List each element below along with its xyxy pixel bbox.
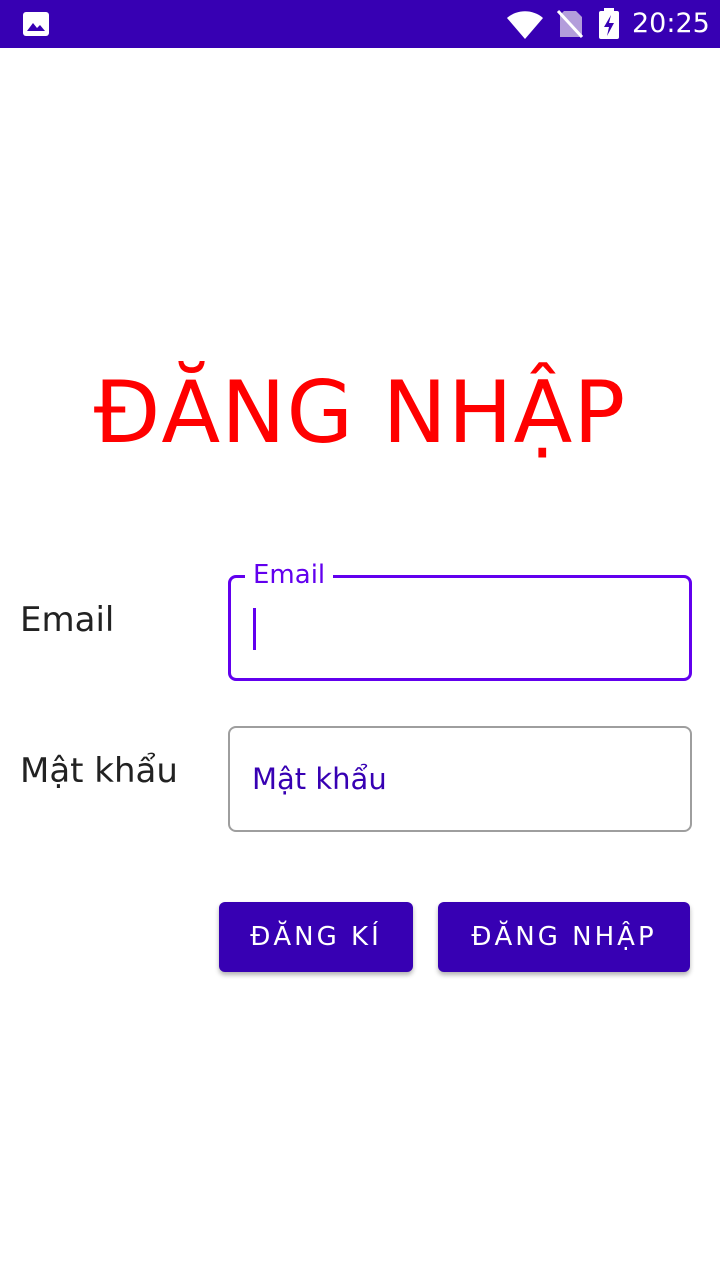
text-cursor [253, 608, 256, 650]
login-button[interactable]: ĐĂNG NHẬP [438, 902, 690, 972]
no-sim-icon [556, 9, 584, 39]
password-label: Mật khẩu [20, 751, 178, 791]
page-title: ĐĂNG NHẬP [93, 363, 627, 463]
password-placeholder: Mật khẩu [252, 762, 387, 796]
email-label: Email [20, 600, 115, 640]
battery-charging-icon [599, 8, 619, 39]
register-button[interactable]: ĐĂNG KÍ [219, 902, 413, 972]
status-bar: 20:25 [0, 0, 720, 48]
email-floating-label: Email [245, 559, 334, 591]
email-input[interactable]: Email [228, 559, 692, 681]
password-input[interactable]: Mật khẩu [228, 726, 692, 832]
status-time: 20:25 [632, 8, 710, 39]
wifi-icon [507, 11, 543, 39]
gallery-icon [23, 12, 49, 36]
